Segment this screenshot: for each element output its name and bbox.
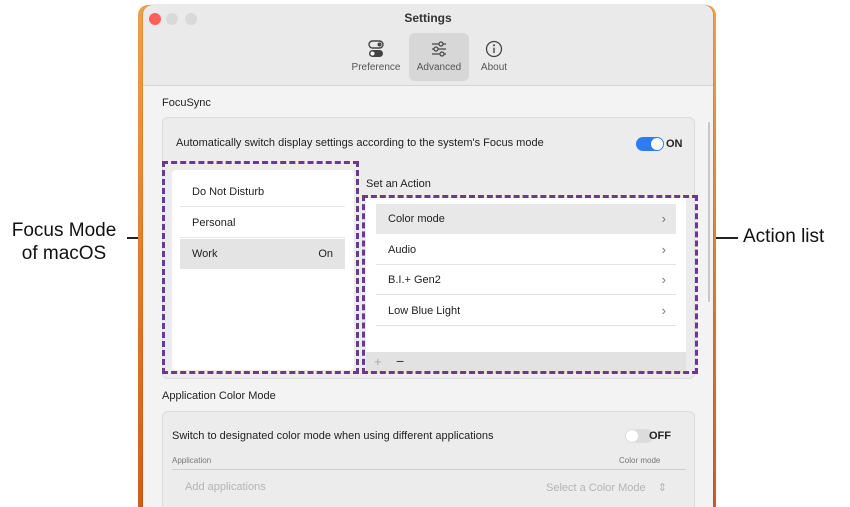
auto-switch-description: Automatically switch display settings ac…	[176, 137, 544, 149]
annotation-focus-mode-label: Focus Mode of macOS	[0, 219, 128, 265]
focusync-toggle-label: ON	[666, 138, 683, 150]
sliders-icon	[432, 41, 446, 57]
column-header-color-mode: Color mode	[619, 456, 661, 465]
color-mode-select-placeholder: Select a Color Mode	[546, 482, 646, 494]
tab-preference[interactable]: Preference	[348, 33, 404, 81]
app-color-description: Switch to designated color mode when usi…	[172, 430, 494, 442]
annotation-action-list-label: Action list	[743, 226, 825, 247]
info-icon	[485, 40, 503, 58]
tab-advanced[interactable]: Advanced	[409, 33, 469, 81]
app-color-toggle-label: OFF	[649, 430, 671, 442]
toggle-icon	[368, 40, 384, 57]
tab-about-label: About	[480, 62, 508, 73]
window-title: Settings	[404, 11, 452, 25]
title-bar[interactable]: Settings	[143, 5, 713, 27]
settings-window: Settings Preference Advanced About FocuS…	[143, 5, 713, 507]
app-color-section-title: Application Color Mode	[162, 390, 276, 402]
add-applications-placeholder[interactable]: Add applications	[185, 481, 266, 493]
annotation-line-1: Focus Mode	[11, 220, 117, 241]
table-divider	[172, 469, 686, 470]
annotation-line-2: of macOS	[21, 243, 107, 264]
focus-mode-highlight-box	[162, 161, 359, 374]
action-list-highlight-box	[362, 195, 698, 374]
column-header-application: Application	[172, 456, 212, 465]
focusync-section-title: FocuSync	[162, 97, 211, 109]
set-action-header: Set an Action	[366, 178, 431, 190]
color-mode-select[interactable]: Select a Color Mode ⇕	[546, 481, 667, 494]
toggle-knob	[626, 430, 638, 442]
tab-about[interactable]: About	[474, 33, 514, 81]
chevron-up-down-icon: ⇕	[657, 482, 667, 494]
tab-preference-label: Preference	[351, 62, 401, 73]
toolbar: Preference Advanced About	[143, 27, 713, 86]
toggle-knob	[651, 138, 663, 150]
app-color-panel: Switch to designated color mode when usi…	[162, 411, 695, 507]
tab-advanced-label: Advanced	[416, 62, 462, 73]
scrollbar[interactable]	[708, 122, 710, 302]
focusync-toggle[interactable]	[636, 137, 664, 151]
